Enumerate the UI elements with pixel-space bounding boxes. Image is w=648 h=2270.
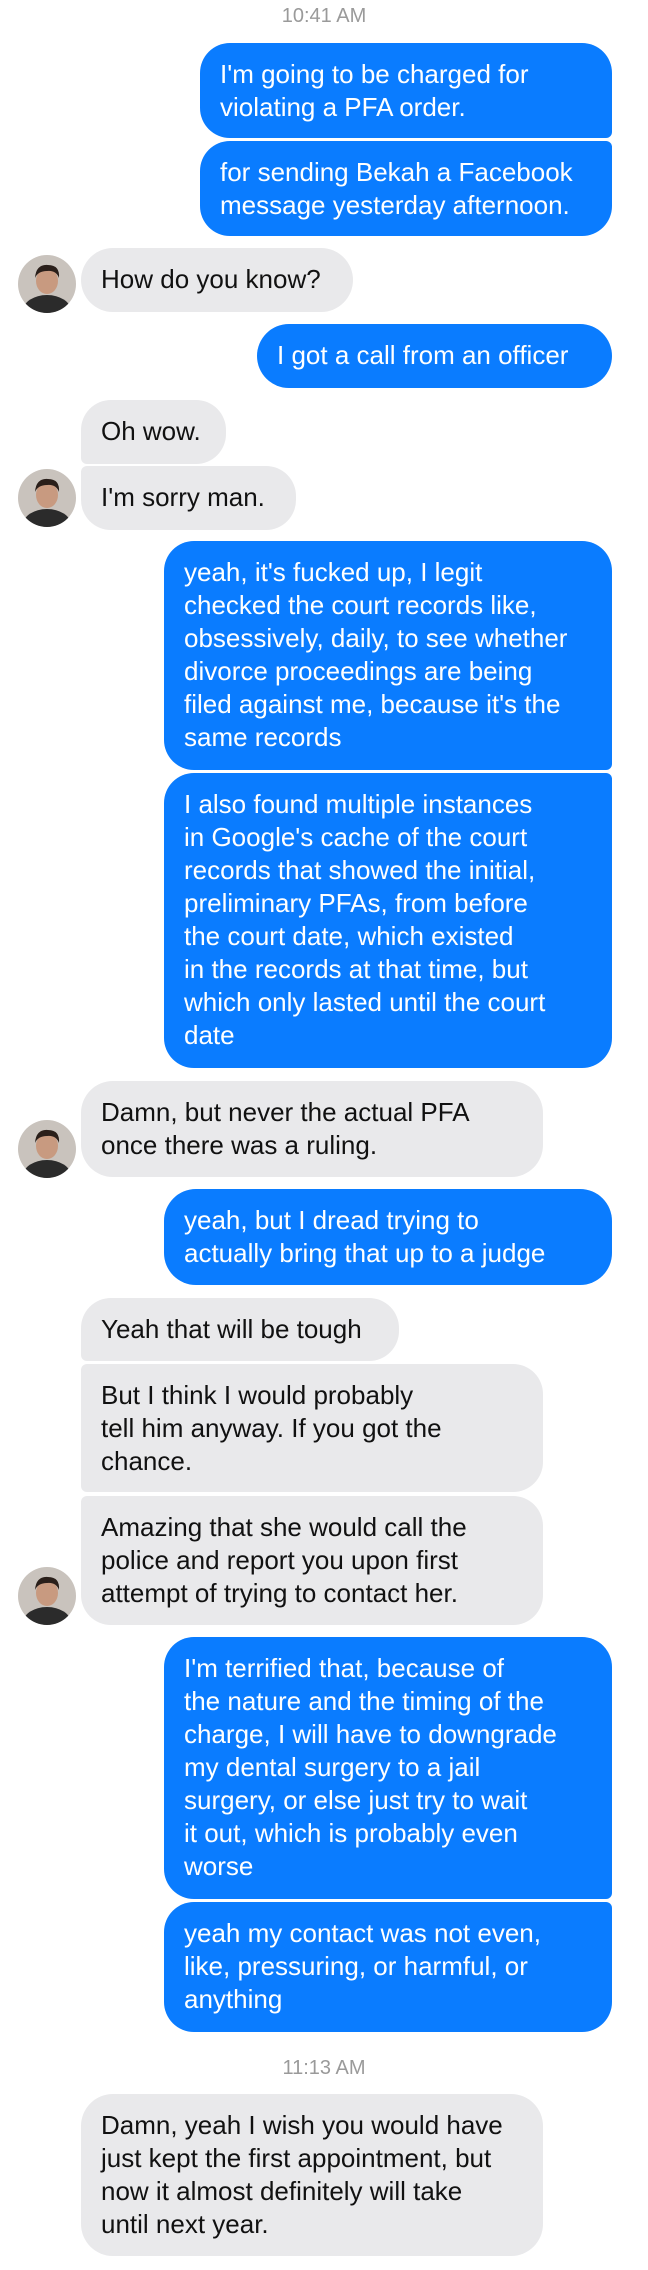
- avatar-photo-icon: [18, 255, 76, 313]
- contact-avatar[interactable]: [18, 1567, 76, 1625]
- message-bubble-outgoing[interactable]: I got a call from an officer: [257, 324, 612, 388]
- message-bubble-outgoing[interactable]: yeah my contact was not even, like, pres…: [164, 1902, 612, 2032]
- contact-avatar[interactable]: [18, 255, 76, 313]
- message-bubble-incoming[interactable]: I'm sorry man.: [81, 466, 296, 530]
- message-bubble-outgoing[interactable]: for sending Bekah a Facebook message yes…: [200, 141, 612, 236]
- message-bubble-incoming[interactable]: Yeah that will be tough: [81, 1298, 399, 1361]
- message-bubble-incoming[interactable]: Oh wow.: [81, 400, 226, 464]
- contact-avatar[interactable]: [18, 469, 76, 527]
- message-bubble-outgoing[interactable]: I'm terrified that, because of the natur…: [164, 1637, 612, 1899]
- message-bubble-incoming[interactable]: Damn, yeah I wish you would have just ke…: [81, 2094, 543, 2256]
- message-bubble-outgoing[interactable]: yeah, but I dread trying to actually bri…: [164, 1189, 612, 1285]
- message-bubble-incoming[interactable]: Amazing that she would call the police a…: [81, 1496, 543, 1625]
- contact-avatar[interactable]: [18, 1120, 76, 1178]
- timestamp: 11:13 AM: [282, 2057, 366, 2079]
- message-bubble-incoming[interactable]: But I think I would probably tell him an…: [81, 1364, 543, 1492]
- message-bubble-outgoing[interactable]: yeah, it's fucked up, I legit checked th…: [164, 541, 612, 770]
- message-bubble-outgoing[interactable]: I'm going to be charged for violating a …: [200, 43, 612, 138]
- avatar-photo-icon: [18, 1567, 76, 1625]
- message-thread[interactable]: 10:41 AM I'm going to be charged for vio…: [0, 0, 648, 2270]
- avatar-photo-icon: [18, 469, 76, 527]
- timestamp: 10:41 AM: [281, 5, 367, 27]
- message-bubble-incoming[interactable]: How do you know?: [81, 248, 353, 312]
- avatar-photo-icon: [18, 1120, 76, 1178]
- message-bubble-incoming[interactable]: Damn, but never the actual PFA once ther…: [81, 1081, 543, 1177]
- message-bubble-outgoing[interactable]: I also found multiple instances in Googl…: [164, 773, 612, 1068]
